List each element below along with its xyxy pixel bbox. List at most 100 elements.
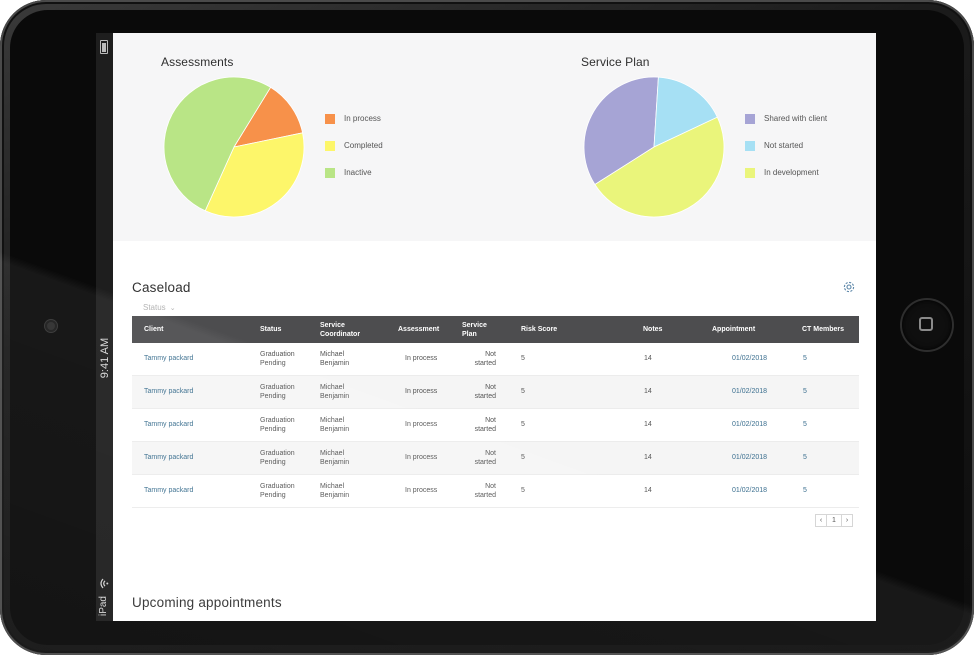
legend-item: Completed (325, 140, 465, 152)
cell-coordinator: Michael Benjamin (320, 482, 350, 500)
wifi-icon (99, 578, 110, 589)
cell-coordinator: Michael Benjamin (320, 383, 350, 401)
column-header-assessment[interactable]: Assessment (398, 316, 448, 343)
cell-notes: 14 (644, 421, 652, 429)
legend-label: Shared with client (764, 114, 828, 123)
table-row[interactable]: Tammy packard Graduation Pending Michael Ben… (132, 409, 859, 442)
cell-notes: 14 (644, 487, 652, 495)
legend-swatch (325, 114, 335, 124)
column-header-ct-members[interactable]: CT Members (802, 316, 852, 343)
gear-icon[interactable] (842, 280, 856, 294)
legend-item: Inactive (325, 167, 465, 179)
cell-assessment: In process (405, 355, 438, 363)
cell-status: Graduation Pending (260, 350, 295, 368)
cell-risk: 5 (521, 388, 525, 396)
cell-appointment[interactable]: 01/02/2018 (732, 376, 792, 408)
cell-client[interactable]: Tammy packard (144, 343, 244, 375)
cell-appointment[interactable]: 01/02/2018 (732, 409, 792, 441)
table-row[interactable]: Tammy packard Graduation Pending Michael Ben… (132, 343, 859, 376)
app-screen: Assessments In process Completed Inactive … (113, 33, 876, 621)
cell-plan: Not started (474, 350, 496, 368)
column-header-risk-score[interactable]: Risk Score (521, 316, 581, 343)
status-filter-label: Status (143, 303, 166, 312)
upcoming-appointments-title: Upcoming appointments (132, 595, 282, 610)
cell-ct[interactable]: 5 (803, 376, 833, 408)
cell-ct[interactable]: 5 (803, 475, 833, 507)
column-header-service-plan[interactable]: Service Plan (462, 316, 502, 343)
caseload-table: Client Status Service Coordinator Assessment… (132, 316, 859, 508)
service-plan-chart-title: Service Plan (581, 55, 650, 69)
cell-plan: Not started (474, 482, 496, 500)
cell-coordinator: Michael Benjamin (320, 416, 350, 434)
next-page-button[interactable]: › (841, 514, 853, 527)
legend-label: In process (344, 114, 381, 123)
legend-swatch (325, 168, 335, 178)
status-filter-dropdown[interactable]: Status ⌄ (143, 303, 176, 312)
cell-status: Graduation Pending (260, 449, 295, 467)
column-header-client[interactable]: Client (144, 316, 244, 343)
cell-ct[interactable]: 5 (803, 343, 833, 375)
service-plan-pie-chart (583, 76, 725, 218)
caseload-title: Caseload (132, 280, 191, 295)
home-square-icon (919, 317, 933, 331)
cell-client[interactable]: Tammy packard (144, 475, 244, 507)
page-1-button[interactable]: 1 (826, 514, 842, 527)
cell-appointment[interactable]: 01/02/2018 (732, 343, 792, 375)
cell-notes: 14 (644, 454, 652, 462)
ipad-frame: 9:41 AM iPad Assessments In process Compl… (0, 0, 974, 655)
charts-panel: Assessments In process Completed Inactive … (113, 33, 876, 241)
cell-coordinator: Michael Benjamin (320, 350, 350, 368)
chevron-down-icon: ⌄ (169, 305, 176, 312)
cell-plan: Not started (474, 416, 496, 434)
table-row[interactable]: Tammy packard Graduation Pending Michael Ben… (132, 442, 859, 475)
cell-status: Graduation Pending (260, 482, 295, 500)
column-header-notes[interactable]: Notes (643, 316, 683, 343)
table-header: Client Status Service Coordinator Assessment… (132, 316, 859, 343)
cell-risk: 5 (521, 421, 525, 429)
status-time: 9:41 AM (99, 337, 111, 379)
cell-appointment[interactable]: 01/02/2018 (732, 442, 792, 474)
cell-plan: Not started (474, 449, 496, 467)
cell-plan: Not started (474, 383, 496, 401)
legend-swatch (745, 141, 755, 151)
pagination: ‹ 1 › (815, 514, 853, 527)
cell-risk: 5 (521, 454, 525, 462)
cell-client[interactable]: Tammy packard (144, 409, 244, 441)
gear-glyph (843, 281, 855, 293)
table-body: Tammy packard Graduation Pending Michael Ben… (132, 343, 859, 508)
cell-status: Graduation Pending (260, 383, 295, 401)
table-row[interactable]: Tammy packard Graduation Pending Michael Ben… (132, 475, 859, 508)
column-header-status[interactable]: Status (260, 316, 315, 343)
assessments-chart-title: Assessments (161, 55, 234, 69)
cell-client[interactable]: Tammy packard (144, 376, 244, 408)
table-row[interactable]: Tammy packard Graduation Pending Michael Ben… (132, 376, 859, 409)
legend-item: Not started (745, 140, 876, 152)
cell-notes: 14 (644, 355, 652, 363)
cell-client[interactable]: Tammy packard (144, 442, 244, 474)
cell-appointment[interactable]: 01/02/2018 (732, 475, 792, 507)
column-header-appointment[interactable]: Appointment (712, 316, 782, 343)
cell-ct[interactable]: 5 (803, 409, 833, 441)
cell-assessment: In process (405, 421, 438, 429)
cell-assessment: In process (405, 454, 438, 462)
battery-icon (100, 40, 108, 54)
cell-assessment: In process (405, 487, 438, 495)
legend-swatch (745, 168, 755, 178)
cell-coordinator: Michael Benjamin (320, 449, 350, 467)
legend-label: Inactive (344, 168, 372, 177)
home-button[interactable] (902, 300, 952, 350)
cell-ct[interactable]: 5 (803, 442, 833, 474)
wifi-glyph (100, 578, 109, 589)
assessments-pie-chart (163, 76, 305, 218)
legend-label: Not started (764, 141, 804, 150)
cell-assessment: In process (405, 388, 438, 396)
legend-item: In process (325, 113, 465, 125)
legend-swatch (745, 114, 755, 124)
status-bar: 9:41 AM iPad (96, 33, 113, 621)
cell-notes: 14 (644, 388, 652, 396)
cell-risk: 5 (521, 487, 525, 495)
column-header-service-coordinator[interactable]: Service Coordinator (320, 316, 380, 343)
legend-label: In development (764, 168, 819, 177)
legend-label: Completed (344, 141, 383, 150)
legend-item: In development (745, 167, 876, 179)
